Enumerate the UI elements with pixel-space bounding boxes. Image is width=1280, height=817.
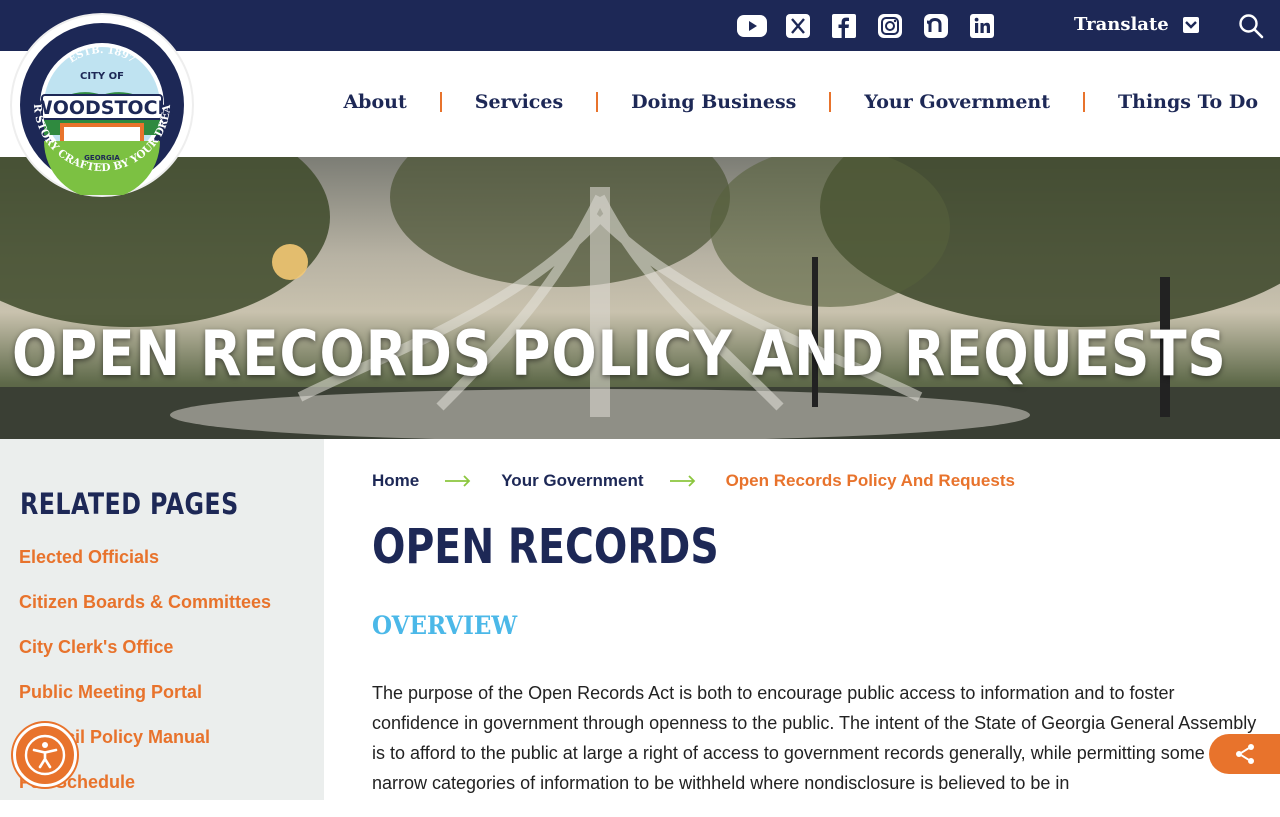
- arrow-right-icon: [445, 475, 471, 487]
- nextdoor-icon[interactable]: [920, 12, 952, 40]
- related-link-citizen-boards[interactable]: Citizen Boards & Committees: [19, 592, 271, 637]
- nav-things-to-do[interactable]: Things To Do: [1118, 91, 1258, 113]
- translate-dropdown[interactable]: Translate: [1074, 14, 1199, 35]
- hero-title: OPEN RECORDS POLICY AND REQUESTS: [12, 317, 1227, 390]
- section-heading-overview: OVERVIEW: [372, 611, 518, 640]
- instagram-icon[interactable]: [874, 12, 906, 40]
- search-icon[interactable]: [1238, 13, 1264, 39]
- related-pages-heading: RELATED PAGES: [20, 487, 239, 521]
- nav-divider: [596, 92, 599, 112]
- nav-divider: [439, 92, 442, 112]
- hero-banner: OPEN RECORDS POLICY AND REQUESTS: [0, 157, 1280, 439]
- main-nav-bar: About Services Doing Business Your Gover…: [0, 51, 1280, 157]
- page-title: OPEN RECORDS: [372, 519, 719, 575]
- city-logo[interactable]: CITY OF WOODSTOCK GEORGIA ESTB. 1897 OUR…: [6, 6, 192, 199]
- facebook-icon[interactable]: [828, 12, 860, 40]
- nav-doing-business[interactable]: Doing Business: [631, 91, 796, 113]
- accessibility-icon: [24, 734, 66, 776]
- share-button[interactable]: [1209, 734, 1280, 774]
- breadcrumb: Home Your Government Open Records Policy…: [372, 471, 1015, 491]
- breadcrumb-current: Open Records Policy And Requests: [725, 471, 1015, 490]
- arrow-right-icon: [669, 475, 695, 487]
- breadcrumb-home[interactable]: Home: [372, 471, 419, 491]
- hero-photo: [0, 157, 1280, 439]
- linkedin-icon[interactable]: [966, 12, 998, 40]
- top-bar: Translate: [0, 0, 1280, 51]
- nav-about[interactable]: About: [343, 91, 406, 113]
- nav-divider: [1083, 92, 1086, 112]
- logo-city-of: CITY OF: [80, 71, 124, 82]
- chevron-down-icon: [1182, 16, 1199, 33]
- logo-name: WOODSTOCK: [32, 97, 174, 119]
- share-icon: [1236, 744, 1254, 764]
- youtube-icon[interactable]: [736, 12, 768, 40]
- nav-your-government[interactable]: Your Government: [864, 91, 1050, 113]
- social-links: [736, 12, 998, 40]
- breadcrumb-your-government[interactable]: Your Government: [501, 471, 643, 491]
- x-icon[interactable]: [782, 12, 814, 40]
- translate-label: Translate: [1074, 14, 1169, 35]
- overview-paragraph: The purpose of the Open Records Act is b…: [372, 683, 1257, 793]
- nav-divider: [829, 92, 832, 112]
- main-nav: About Services Doing Business Your Gover…: [343, 91, 1258, 113]
- accessibility-button[interactable]: [13, 723, 77, 787]
- related-link-city-clerk[interactable]: City Clerk's Office: [19, 637, 271, 682]
- related-link-elected-officials[interactable]: Elected Officials: [19, 547, 271, 592]
- related-link-public-meeting-portal[interactable]: Public Meeting Portal: [19, 682, 271, 727]
- nav-services[interactable]: Services: [475, 91, 563, 113]
